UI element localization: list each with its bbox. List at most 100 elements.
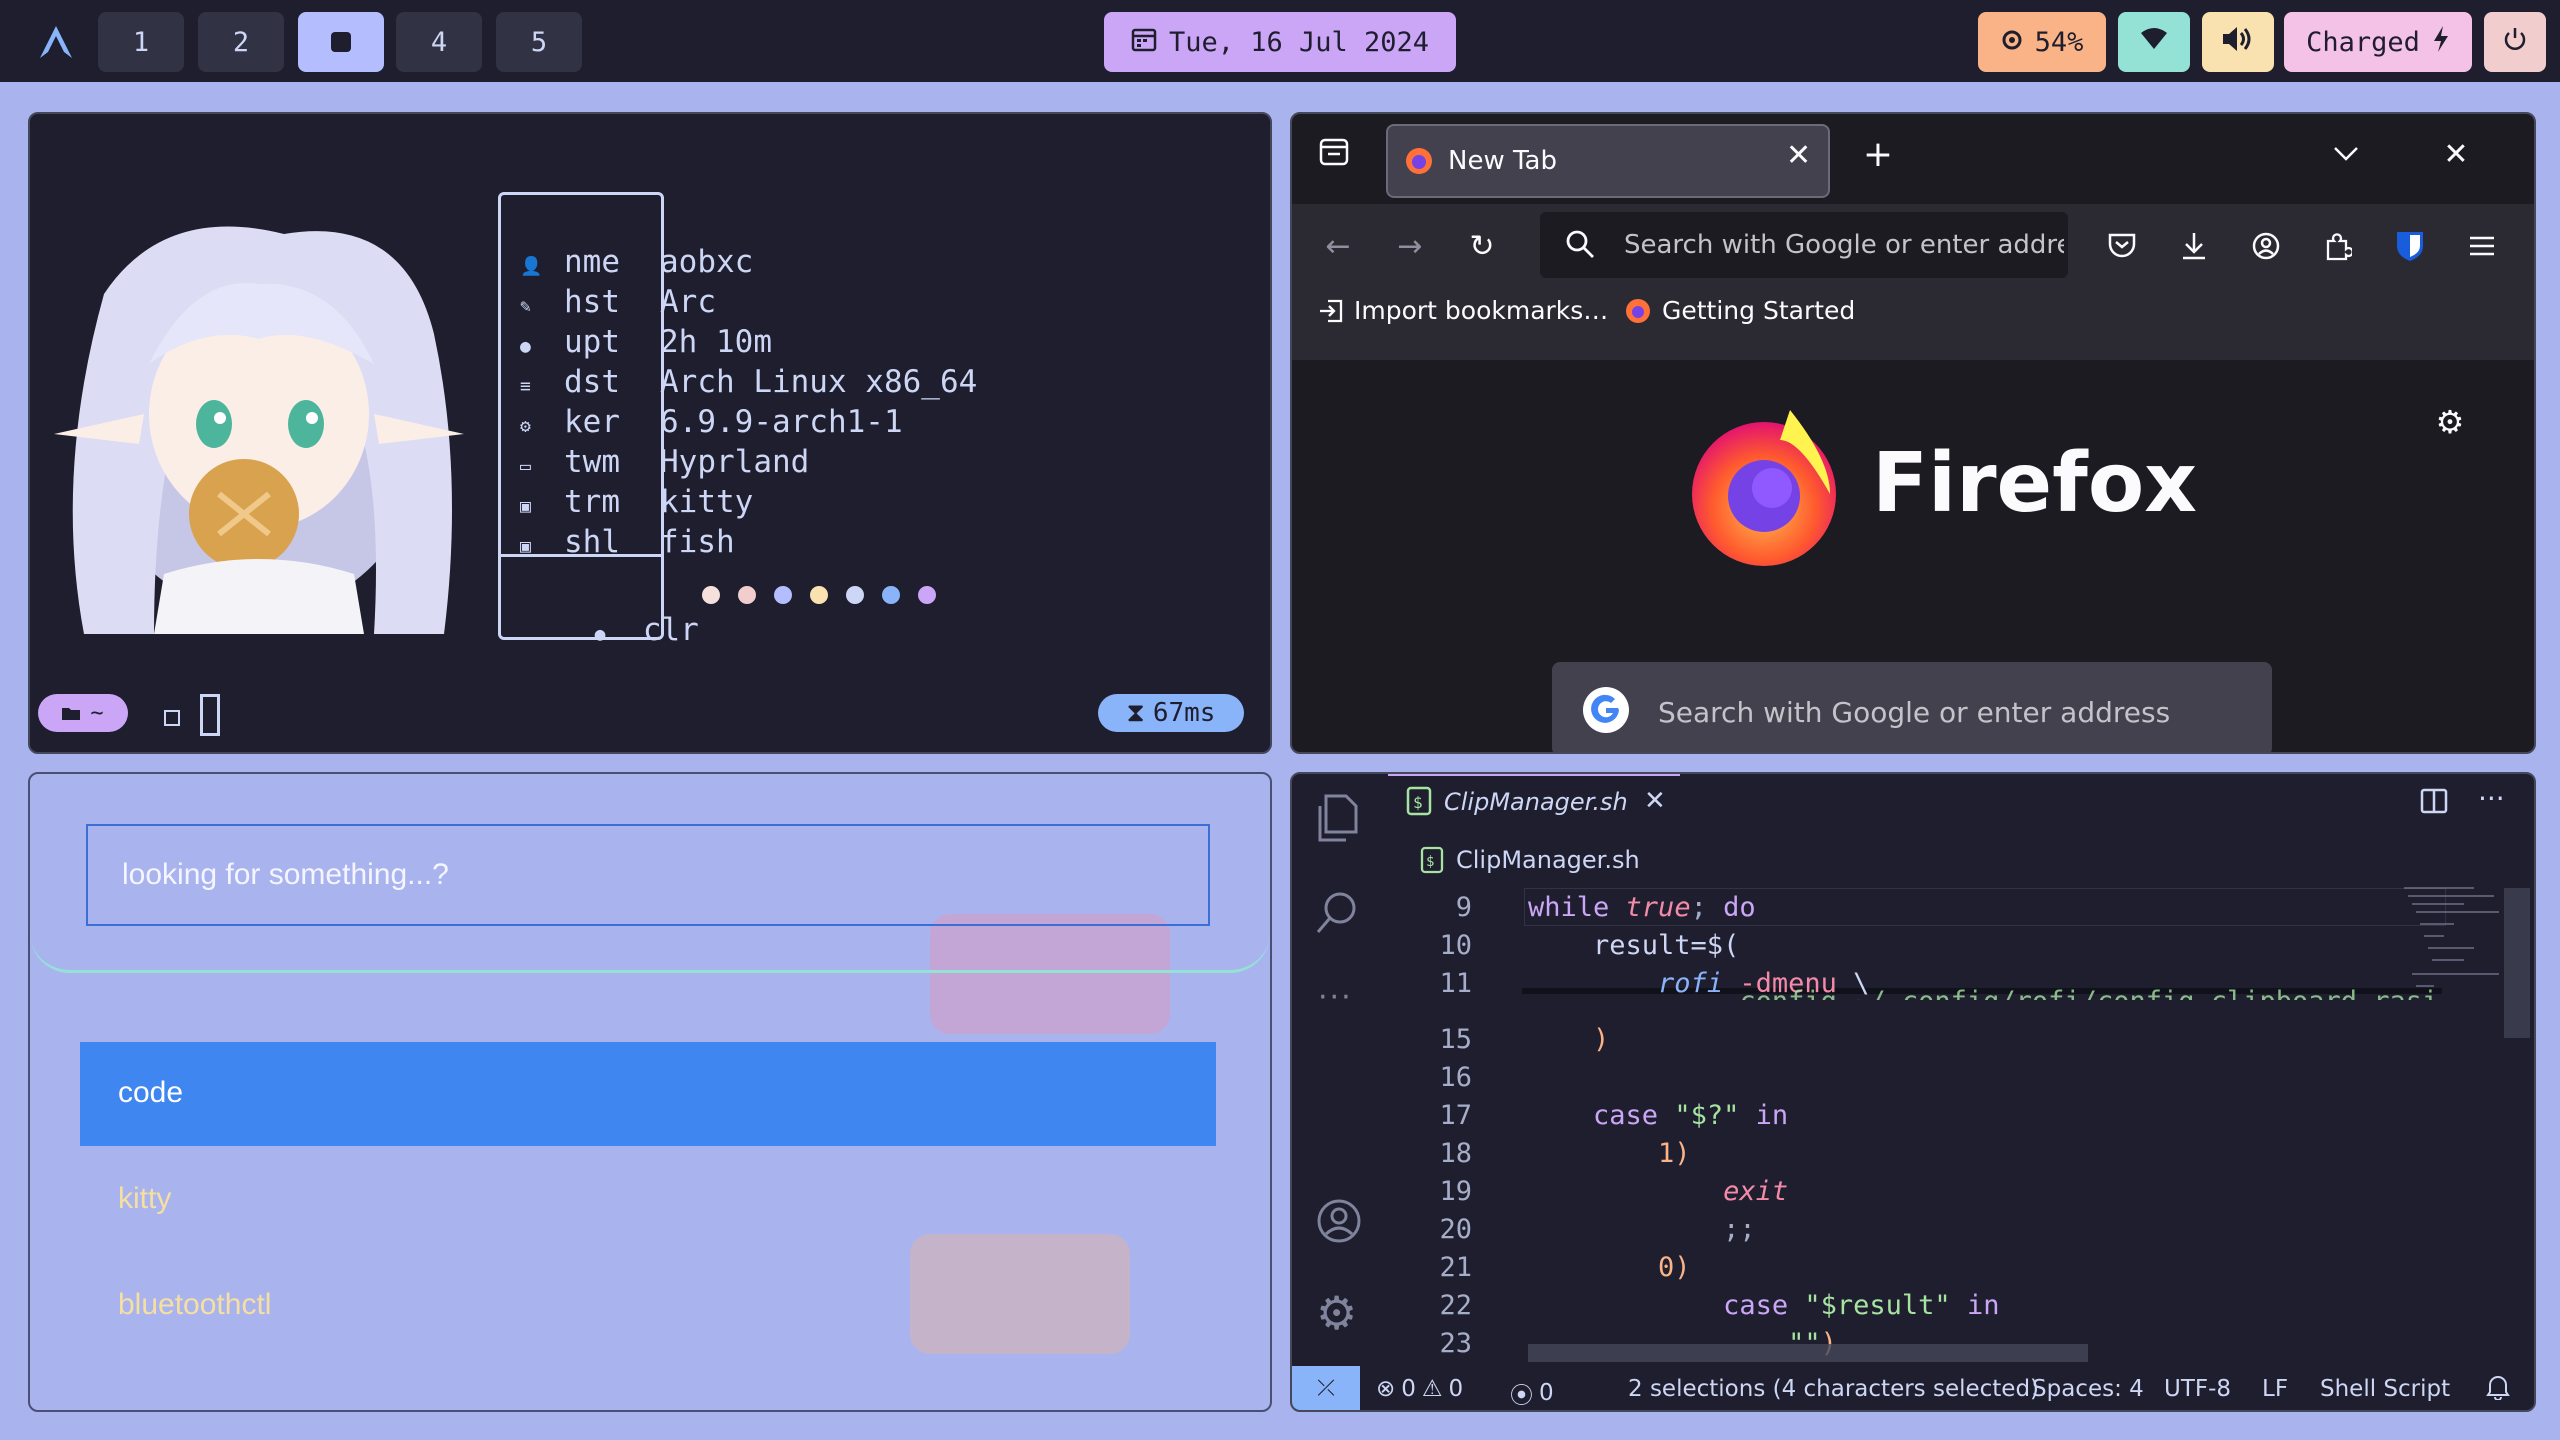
vscode-window[interactable]: ··· ⚙ $ ClipManager.sh ✕ ··· $ ClipManag…	[1290, 772, 2536, 1412]
rofi-item[interactable]: bluetoothctl	[80, 1254, 1216, 1358]
code-line[interactable]: exit	[1528, 1176, 1788, 1207]
horizontal-scrollbar[interactable]	[1528, 1344, 2088, 1362]
lightning-icon	[2432, 25, 2450, 60]
firefox-window[interactable]: New Tab ✕ + ✕ ← → ↻ Search with Google o…	[1290, 112, 2536, 754]
downloads-button[interactable]	[2172, 224, 2216, 268]
eol-status[interactable]: LF	[2262, 1376, 2288, 1402]
rofi-search-input[interactable]: looking for something...?	[86, 824, 1210, 926]
hourglass-icon: ⧗	[1126, 697, 1145, 728]
accounts-icon[interactable]	[1316, 1198, 1362, 1248]
code-line[interactable]: case "$result" in	[1528, 1290, 1999, 1321]
rofi-item-label: kitty	[118, 1182, 172, 1215]
workspace-1[interactable]: 1	[98, 12, 184, 72]
bookmark-getting-started[interactable]: Getting Started	[1624, 296, 1855, 325]
hamburger-icon	[2470, 236, 2494, 256]
vertical-scrollbar[interactable]	[2504, 888, 2530, 1038]
firefox-wordmark: Firefox	[1872, 436, 2198, 531]
forward-button[interactable]: →	[1386, 222, 1434, 270]
back-button[interactable]: ←	[1314, 222, 1362, 270]
line-number: 20	[1439, 1214, 1472, 1245]
code-line[interactable]: case "$?" in	[1528, 1100, 1788, 1131]
search-icon[interactable]	[1316, 890, 1360, 940]
pen-icon: ✎	[520, 296, 531, 317]
code-line[interactable]: 1)	[1528, 1138, 1691, 1169]
explorer-icon[interactable]	[1316, 794, 1360, 846]
split-editor-icon[interactable]	[2420, 788, 2448, 818]
newtab-search-box[interactable]: Search with Google or enter address	[1552, 662, 2272, 752]
rofi-placeholder: looking for something...?	[122, 858, 449, 891]
code-line[interactable]: -config ~/.config/rofi/config-clipboard.…	[1528, 986, 2438, 1000]
selection-status[interactable]: 2 selections (4 characters selected)	[1628, 1376, 2039, 1402]
clr-key: clr	[642, 612, 699, 648]
bitwarden-button[interactable]	[2388, 224, 2432, 268]
date-text: Tue, 16 Jul 2024	[1168, 26, 1430, 58]
url-bar[interactable]: Search with Google or enter address	[1540, 212, 2068, 278]
extensions-button[interactable]	[2316, 224, 2360, 268]
tab-close-icon[interactable]: ✕	[1644, 786, 1666, 816]
newtab-settings-button[interactable]: ⚙	[2428, 400, 2472, 444]
volume-widget[interactable]	[2202, 12, 2274, 72]
chevron-down-icon	[2334, 147, 2358, 161]
workspace-3-active[interactable]	[298, 12, 384, 72]
url-input[interactable]: Search with Google or enter address	[1624, 230, 2064, 260]
workspace-active-icon	[331, 32, 351, 52]
settings-gear-icon[interactable]: ⚙	[1316, 1290, 1357, 1336]
workspace-4[interactable]: 4	[396, 12, 482, 72]
cpu-widget[interactable]: 54%	[1978, 12, 2106, 72]
account-button[interactable]	[2244, 224, 2288, 268]
volume-icon	[2221, 25, 2255, 60]
firefox-view-button[interactable]	[1310, 128, 1358, 176]
bookmark-getting-started-label: Getting Started	[1662, 296, 1856, 325]
arch-logo-icon[interactable]	[38, 24, 74, 60]
gear-icon: ⚙	[520, 416, 531, 437]
notifications-bell-icon[interactable]	[2486, 1374, 2510, 1406]
broadcast-icon: ⦿	[1510, 1383, 1533, 1409]
rofi-item-selected[interactable]: code	[80, 1042, 1216, 1146]
language-status[interactable]: Shell Script	[2320, 1376, 2450, 1402]
code-line[interactable]: while true; do	[1528, 892, 1756, 923]
editor-tab[interactable]: $ ClipManager.sh ✕	[1388, 774, 1680, 826]
code-line[interactable]: 0)	[1528, 1252, 1691, 1283]
browser-tab[interactable]: New Tab ✕	[1386, 124, 1830, 198]
app-menu-button[interactable]	[2460, 224, 2504, 268]
encoding-status[interactable]: UTF-8	[2164, 1376, 2231, 1402]
bookmark-import[interactable]: Import bookmarks…	[1318, 296, 1608, 325]
rofi-launcher[interactable]: looking for something...? code kitty blu…	[28, 772, 1272, 1412]
newtab-search-input[interactable]: Search with Google or enter address	[1658, 696, 2170, 729]
clock-widget[interactable]: Tue, 16 Jul 2024	[1104, 12, 1456, 72]
tab-close-icon[interactable]: ✕	[1786, 138, 1811, 173]
battery-widget[interactable]: Charged	[2284, 12, 2472, 72]
line-number: 11	[1439, 968, 1472, 999]
new-tab-button[interactable]: +	[1852, 128, 1904, 180]
power-button[interactable]	[2484, 12, 2546, 72]
line-number: 22	[1439, 1290, 1472, 1321]
firefox-view-icon	[1319, 138, 1349, 166]
remote-indicator[interactable]: ⤫	[1292, 1366, 1360, 1410]
workspace-5[interactable]: 5	[496, 12, 582, 72]
problems-indicator[interactable]: ⊗ 0 ⚠ 0	[1376, 1376, 1463, 1402]
editor-more-actions-icon[interactable]: ···	[2478, 782, 2505, 815]
palette-swatch	[918, 586, 936, 604]
workspace-2[interactable]: 2	[198, 12, 284, 72]
reload-button[interactable]: ↻	[1458, 222, 1506, 270]
breadcrumb[interactable]: $ ClipManager.sh	[1420, 846, 1640, 874]
cpu-icon	[2001, 27, 2023, 58]
code-line[interactable]: )	[1528, 1024, 1609, 1055]
tab-list-button[interactable]	[2326, 134, 2366, 174]
fastfetch-value: kitty	[660, 484, 754, 520]
code-line[interactable]: ;;	[1528, 1214, 1756, 1245]
pocket-button[interactable]	[2100, 224, 2144, 268]
warning-icon: ⚠	[1421, 1376, 1443, 1402]
more-icon[interactable]: ···	[1318, 980, 1353, 1015]
rofi-item[interactable]: kitty	[80, 1148, 1216, 1252]
firefox-tab-icon	[1404, 146, 1434, 180]
indentation-status[interactable]: Spaces: 4	[2032, 1376, 2144, 1402]
top-bar: 1 2 4 5 Tue, 16 Jul 2024 54% Charged	[0, 0, 2560, 82]
window-close-button[interactable]: ✕	[2436, 134, 2476, 174]
terminal-window[interactable]: 👤 nme aobxc ✎ hst Arc ● upt 2h 10m ≡ dst Arch Linux…	[28, 112, 1272, 754]
minimap[interactable]	[2404, 884, 2504, 994]
ports-indicator[interactable]: ⦿ 0	[1510, 1376, 1554, 1410]
wifi-widget[interactable]	[2118, 12, 2190, 72]
code-line[interactable]: result=$(	[1528, 930, 1739, 961]
fastfetch-key: shl	[564, 524, 620, 560]
